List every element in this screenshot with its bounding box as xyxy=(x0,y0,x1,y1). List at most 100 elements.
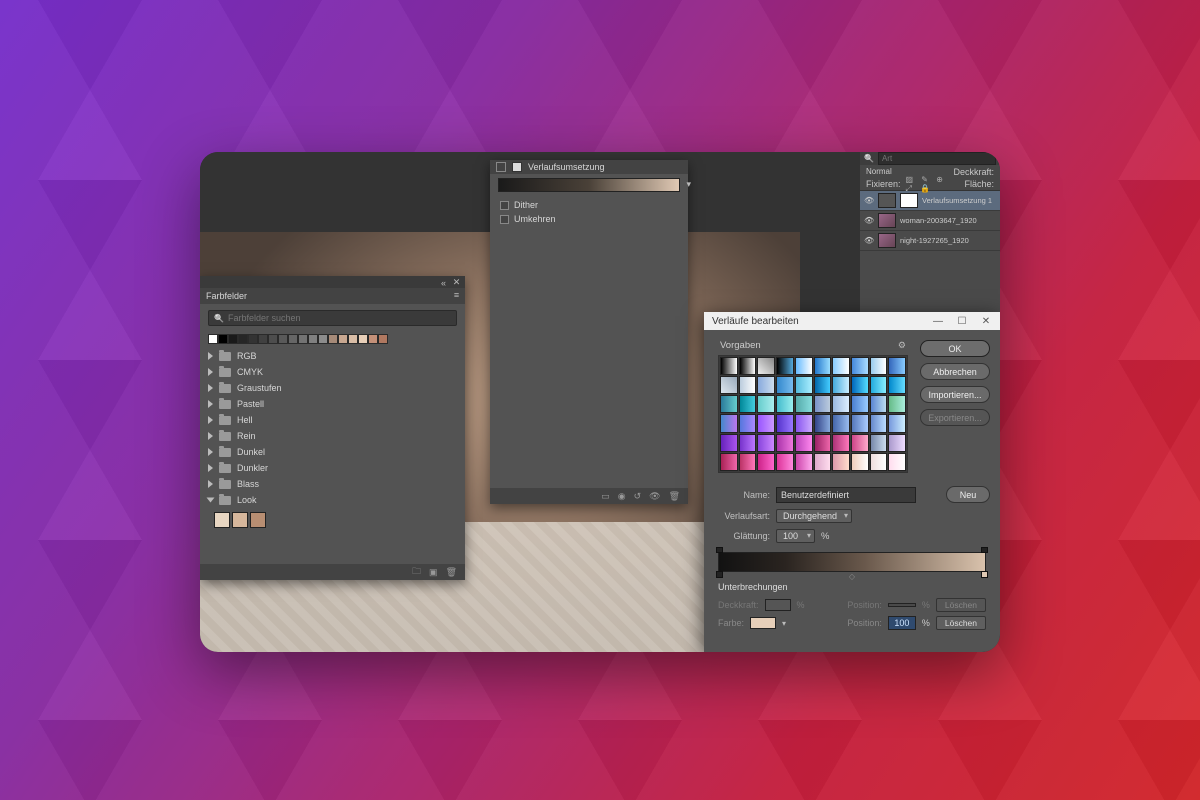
gradient-preset[interactable] xyxy=(888,357,906,375)
color-swatch-button[interactable] xyxy=(750,617,776,629)
ok-button[interactable]: OK xyxy=(920,340,990,357)
gradient-preset[interactable] xyxy=(832,434,850,452)
gradient-name-input[interactable] xyxy=(776,487,916,503)
gradient-preset[interactable] xyxy=(814,453,832,471)
cancel-button[interactable]: Abbrechen xyxy=(920,363,990,380)
gradient-preset[interactable] xyxy=(776,376,794,394)
gradient-preset[interactable] xyxy=(757,453,775,471)
swatch-folder[interactable]: Graustufen xyxy=(200,380,465,396)
gradient-preset[interactable] xyxy=(795,357,813,375)
color-position-input[interactable] xyxy=(888,616,916,630)
swatch-folder[interactable]: Dunkler xyxy=(200,460,465,476)
gradient-preset[interactable] xyxy=(832,414,850,432)
gradient-preset[interactable] xyxy=(814,414,832,432)
gradient-preset[interactable] xyxy=(888,376,906,394)
minimize-button[interactable]: — xyxy=(926,312,950,330)
swatch[interactable] xyxy=(238,334,248,344)
blend-mode-dropdown[interactable]: Normal xyxy=(866,167,892,176)
swatch[interactable] xyxy=(308,334,318,344)
swatch[interactable] xyxy=(208,334,218,344)
visibility-icon[interactable]: 👁 xyxy=(649,491,660,502)
swatch[interactable] xyxy=(368,334,378,344)
gradient-preset[interactable] xyxy=(776,414,794,432)
gradient-preset[interactable] xyxy=(757,434,775,452)
swatch[interactable] xyxy=(228,334,238,344)
gradient-preset[interactable] xyxy=(776,453,794,471)
gradient-preset[interactable] xyxy=(757,376,775,394)
swatch[interactable] xyxy=(378,334,388,344)
gradient-preset[interactable] xyxy=(870,453,888,471)
swatch[interactable] xyxy=(232,512,248,528)
collapse-icon[interactable]: « xyxy=(439,278,448,287)
swatch-folder[interactable]: Rein xyxy=(200,428,465,444)
swatch-folder[interactable]: Look xyxy=(200,492,465,508)
gradient-preset[interactable] xyxy=(795,414,813,432)
gradient-preset[interactable] xyxy=(888,434,906,452)
gradient-preset[interactable] xyxy=(851,414,869,432)
swatch[interactable] xyxy=(358,334,368,344)
gradient-preset[interactable] xyxy=(739,453,757,471)
gradient-preset[interactable] xyxy=(757,414,775,432)
gradient-preset[interactable] xyxy=(720,434,738,452)
layer-row[interactable]: 👁 woman-2003647_1920 xyxy=(860,211,1000,231)
swatch[interactable] xyxy=(288,334,298,344)
close-icon[interactable]: ✕ xyxy=(452,278,461,287)
swatch[interactable] xyxy=(214,512,230,528)
gradient-preset[interactable] xyxy=(720,395,738,413)
opacity-stop-right[interactable] xyxy=(981,547,988,553)
gradient-preset[interactable] xyxy=(720,453,738,471)
gradient-preset[interactable] xyxy=(832,357,850,375)
swatches-search-input[interactable] xyxy=(228,313,451,323)
gradient-preset[interactable] xyxy=(739,376,757,394)
color-stop-right[interactable] xyxy=(981,571,988,578)
gradient-preset[interactable] xyxy=(720,357,738,375)
swatch-folder[interactable]: Hell xyxy=(200,412,465,428)
gradient-preset[interactable] xyxy=(776,434,794,452)
layer-thumb[interactable] xyxy=(878,193,896,208)
dialog-titlebar[interactable]: Verläufe bearbeiten — ☐ ✕ xyxy=(704,312,1000,330)
swatch[interactable] xyxy=(248,334,258,344)
gradient-preset[interactable] xyxy=(851,357,869,375)
gradient-preset[interactable] xyxy=(795,395,813,413)
gradient-preset[interactable] xyxy=(814,434,832,452)
gradient-preset[interactable] xyxy=(814,395,832,413)
swatch[interactable] xyxy=(318,334,328,344)
layer-mask-thumb[interactable] xyxy=(900,193,918,208)
gradient-preset[interactable] xyxy=(832,453,850,471)
swatch[interactable] xyxy=(218,334,228,344)
maximize-button[interactable]: ☐ xyxy=(950,312,974,330)
swatch-folder[interactable]: Dunkel xyxy=(200,444,465,460)
swatch-folder[interactable]: Pastell xyxy=(200,396,465,412)
gradient-preset[interactable] xyxy=(795,376,813,394)
close-button[interactable]: ✕ xyxy=(974,312,998,330)
smoothness-input[interactable]: 100 xyxy=(776,529,815,543)
gradient-ramp[interactable]: ◇ xyxy=(718,552,986,572)
gradient-preset[interactable] xyxy=(888,453,906,471)
clip-icon[interactable]: ▭ xyxy=(601,491,610,502)
visibility-icon[interactable]: 👁 xyxy=(864,216,874,225)
gradient-preset[interactable] xyxy=(870,414,888,432)
visibility-icon[interactable]: 👁 xyxy=(864,196,874,205)
swatch-folder[interactable]: RGB xyxy=(200,348,465,364)
swatch[interactable] xyxy=(348,334,358,344)
gradient-preset[interactable] xyxy=(776,357,794,375)
gradient-preset[interactable] xyxy=(739,395,757,413)
swatch-delete-icon[interactable]: 🗑 xyxy=(446,567,457,578)
gradient-preset[interactable] xyxy=(870,434,888,452)
gradient-preset[interactable] xyxy=(795,453,813,471)
gradient-preset[interactable] xyxy=(870,395,888,413)
gradient-preset[interactable] xyxy=(870,376,888,394)
gradient-preset[interactable] xyxy=(720,414,738,432)
reset-icon[interactable]: ↺ xyxy=(634,491,642,502)
gradient-preset[interactable] xyxy=(795,434,813,452)
layer-thumb[interactable] xyxy=(878,213,896,228)
folder-new-icon[interactable]: 🗀 xyxy=(412,564,421,580)
gradient-preview-bar[interactable] xyxy=(498,178,680,192)
layers-filter-input[interactable] xyxy=(878,152,996,165)
swatch[interactable] xyxy=(328,334,338,344)
gradient-preset[interactable] xyxy=(757,395,775,413)
layer-thumb[interactable] xyxy=(878,233,896,248)
swatch[interactable] xyxy=(250,512,266,528)
swatch[interactable] xyxy=(268,334,278,344)
layer-row[interactable]: 👁 Verlaufsumsetzung 1 xyxy=(860,191,1000,211)
